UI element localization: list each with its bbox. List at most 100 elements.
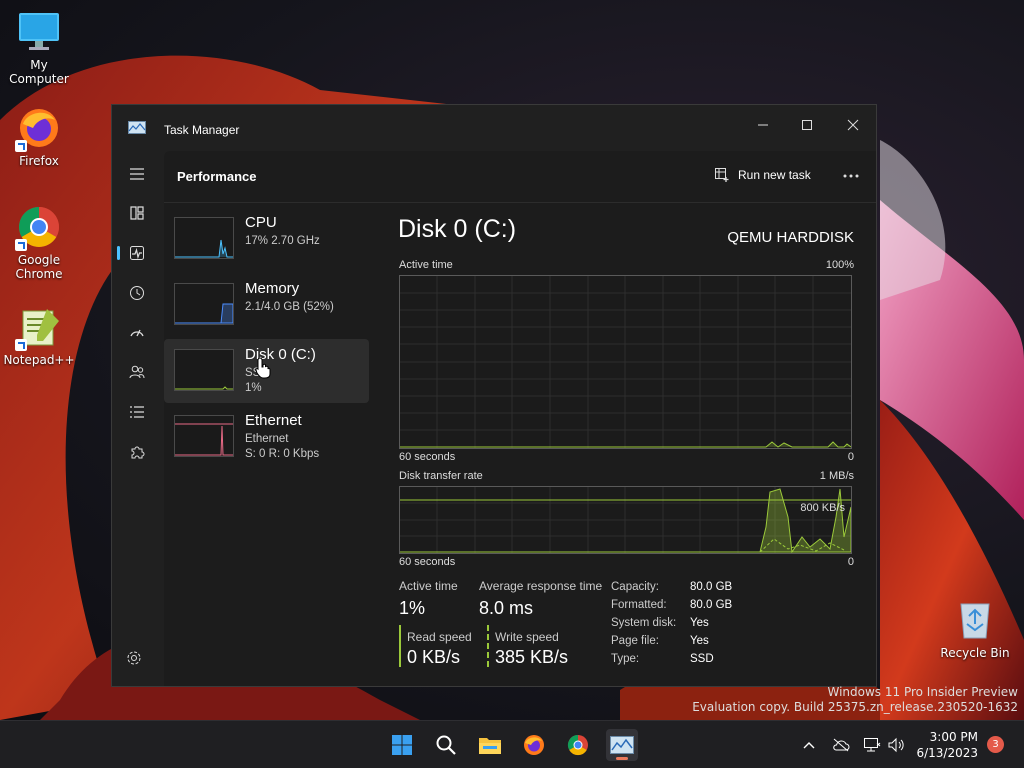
desktop-icon-notepadpp[interactable]: Notepad++ xyxy=(1,305,77,367)
device-name: Memory xyxy=(245,280,300,297)
speaker-icon xyxy=(888,737,904,753)
nav-performance-button[interactable] xyxy=(117,238,152,268)
more-options-button[interactable] xyxy=(839,165,863,187)
adapter-name: Ethernet xyxy=(245,433,289,445)
puzzle-icon xyxy=(131,446,145,459)
desktop-icon-label: Notepad++ xyxy=(3,353,75,367)
file-explorer-button[interactable] xyxy=(474,729,506,761)
device-name: Ethernet xyxy=(245,412,302,429)
transfer-rate-graph-xlabel: 60 seconds xyxy=(399,556,456,568)
device-usage: 1% xyxy=(245,382,262,394)
shortcut-arrow-icon xyxy=(15,339,27,351)
close-button[interactable] xyxy=(831,111,875,139)
formatted-value: 80.0 GB xyxy=(690,599,733,611)
content-pane: Performance Run new task CPU 17% 2.70 GH… xyxy=(164,151,876,686)
write-speed-value: 385 KB/s xyxy=(495,647,569,667)
clock-date: 6/13/2023 xyxy=(916,746,978,760)
performance-header: Performance Run new task xyxy=(164,151,876,203)
type-value: SSD xyxy=(690,653,714,665)
avg-response-value: 8.0 ms xyxy=(479,598,534,618)
nav-hamburger-button[interactable] xyxy=(122,159,152,189)
page-file-key: Page file: xyxy=(611,635,659,647)
desktop-icon-label: Firefox xyxy=(19,154,59,168)
desktop-icon-chrome[interactable]: Google Chrome xyxy=(1,205,77,281)
history-icon xyxy=(130,286,144,300)
taskbar-clock[interactable]: 3:00 PM 6/13/2023 xyxy=(910,729,978,761)
chrome-taskbar-button[interactable] xyxy=(562,729,594,761)
users-icon xyxy=(129,365,145,379)
hamburger-icon xyxy=(130,168,144,180)
device-subtext: Ethernet S: 0 R: 0 Kbps xyxy=(245,432,319,462)
read-speed-value: 0 KB/s xyxy=(407,647,461,667)
desktop-icon-recycle-bin[interactable]: Recycle Bin xyxy=(937,598,1013,660)
device-name: CPU xyxy=(245,214,277,231)
active-time-graph-max: 100% xyxy=(825,259,854,271)
read-speed-label: Read speed xyxy=(407,630,472,644)
active-time-graph xyxy=(399,275,852,449)
memory-thumbnail-graph xyxy=(174,283,234,325)
window-title: Task Manager xyxy=(164,123,240,137)
volume-button[interactable] xyxy=(886,735,906,755)
chrome-icon xyxy=(567,734,588,756)
device-item-memory[interactable]: Memory 2.1/4.0 GB (52%) xyxy=(164,273,369,337)
notification-badge[interactable]: 3 xyxy=(987,736,1004,753)
minimize-button[interactable] xyxy=(741,111,785,139)
transfer-rate-graph-min: 0 xyxy=(847,556,854,568)
run-new-task-button[interactable]: Run new task xyxy=(714,167,811,183)
active-time-graph-min: 0 xyxy=(847,451,854,463)
active-time-label: Active time xyxy=(399,579,458,593)
search-button[interactable] xyxy=(430,729,462,761)
chevron-up-icon xyxy=(803,742,815,749)
device-item-ethernet[interactable]: Ethernet Ethernet S: 0 R: 0 Kbps xyxy=(164,405,369,469)
page-title: Performance xyxy=(177,169,257,184)
maximize-button[interactable] xyxy=(785,111,829,139)
task-manager-icon xyxy=(610,736,634,754)
task-manager-window: Task Manager Performance Run new task CP… xyxy=(111,104,877,687)
disk-title: Disk 0 (C:) xyxy=(398,215,517,243)
desktop-icon-my-computer[interactable]: My Computer xyxy=(1,10,77,86)
nav-details-button[interactable] xyxy=(122,397,152,427)
more-icon xyxy=(843,174,859,178)
title-bar[interactable]: Task Manager xyxy=(112,105,876,151)
task-manager-taskbar-button[interactable] xyxy=(606,729,638,761)
watermark-line-2: Evaluation copy. Build 25375.zn_release.… xyxy=(692,700,1018,714)
close-icon xyxy=(847,119,859,131)
monitor-icon xyxy=(17,10,61,54)
nav-services-button[interactable] xyxy=(122,437,152,467)
performance-icon xyxy=(130,246,144,260)
type-key: Type: xyxy=(611,653,640,665)
read-speed-divider xyxy=(399,625,401,667)
write-speed-label: Write speed xyxy=(495,630,559,644)
desktop-icon-firefox[interactable]: Firefox xyxy=(1,106,77,168)
nav-app-history-button[interactable] xyxy=(122,278,152,308)
cpu-thumbnail-graph xyxy=(174,217,234,259)
desktop-icon-label: My Computer xyxy=(9,58,69,86)
network-button[interactable] xyxy=(862,735,882,755)
desktop-icon-label: Recycle Bin xyxy=(940,646,1010,660)
nav-processes-button[interactable] xyxy=(122,198,152,228)
device-subtext: 17% 2.70 GHz xyxy=(245,235,320,247)
show-hidden-icons-button[interactable] xyxy=(799,735,819,755)
taskbar: 3:00 PM 6/13/2023 3 xyxy=(0,720,1024,768)
start-button[interactable] xyxy=(386,729,418,761)
shortcut-arrow-icon xyxy=(15,140,27,152)
list-icon xyxy=(130,406,144,418)
task-manager-icon xyxy=(128,121,146,134)
nav-settings-button[interactable] xyxy=(126,650,148,672)
firefox-icon xyxy=(524,735,544,755)
onedrive-button[interactable] xyxy=(831,735,851,755)
notepadpp-icon xyxy=(15,305,61,351)
transfer-rate-annotation: 800 KB/s xyxy=(800,502,845,514)
nav-users-button[interactable] xyxy=(122,357,152,387)
network-icon xyxy=(864,738,881,752)
device-item-cpu[interactable]: CPU 17% 2.70 GHz xyxy=(164,207,369,271)
speedometer-icon xyxy=(130,329,144,337)
capacity-value: 80.0 GB xyxy=(690,581,733,593)
shortcut-arrow-icon xyxy=(15,239,27,251)
active-time-graph-label: Active time xyxy=(399,259,453,271)
ethernet-thumbnail-graph xyxy=(174,415,234,457)
nav-startup-apps-button[interactable] xyxy=(122,317,152,347)
active-time-value: 1% xyxy=(399,598,426,618)
system-disk-key: System disk: xyxy=(611,617,677,629)
firefox-taskbar-button[interactable] xyxy=(518,729,550,761)
